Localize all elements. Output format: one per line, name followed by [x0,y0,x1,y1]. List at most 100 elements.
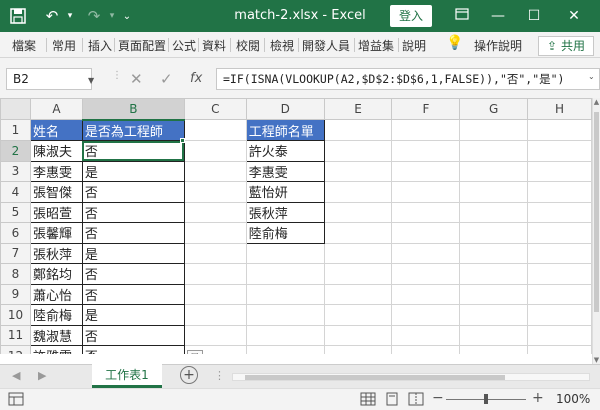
cancel-icon[interactable]: ✕ [130,70,143,88]
cell-result[interactable]: 否 [81,201,185,223]
lightbulb-icon[interactable]: 💡 [446,35,463,51]
cell[interactable] [391,263,461,285]
tab-file[interactable]: 檔案 [12,37,36,54]
cell-result[interactable]: 是 [81,160,185,182]
cell[interactable] [323,181,393,203]
cell[interactable] [391,345,461,354]
zoom-in-icon[interactable]: + [532,390,544,406]
cell[interactable] [527,201,592,223]
cell-engineer[interactable]: 陸俞梅 [245,222,325,244]
row-header[interactable]: 12 [0,345,31,354]
maximize-icon[interactable]: ☐ [520,4,548,28]
share-button[interactable]: ⇪ 共用 [538,36,594,56]
cell-b1[interactable]: 是否為工程師 [81,119,185,141]
cell[interactable] [391,242,461,264]
cell[interactable] [183,140,247,162]
row-header[interactable]: 3 [0,160,31,182]
tab-insert[interactable]: 插入 [88,37,112,54]
redo-icon[interactable]: ↷ [84,6,104,26]
name-box[interactable]: B2 [6,68,92,90]
cell-result[interactable]: 否 [81,222,185,244]
enter-icon[interactable]: ✓ [160,70,173,88]
cell[interactable] [391,222,461,244]
cell-d1[interactable]: 工程師名單 [245,119,325,141]
cell[interactable] [459,242,529,264]
cell[interactable] [391,283,461,305]
fill-handle[interactable] [180,138,185,143]
column-header-c[interactable]: C [183,98,247,120]
cell-result[interactable]: 否 [81,324,185,346]
customize-qat-icon[interactable]: ⌄ [120,6,134,26]
macro-record-icon[interactable] [8,392,24,406]
tab-formulas[interactable]: 公式 [172,37,196,54]
cell[interactable] [459,304,529,326]
column-header-d[interactable]: D [245,98,325,120]
cell-result[interactable]: 否 [81,181,185,203]
column-header-g[interactable]: G [459,98,529,120]
row-header[interactable]: 11 [0,324,31,346]
minimize-icon[interactable]: — [484,4,512,28]
next-sheet-icon[interactable]: ▶ [38,369,46,382]
cell[interactable] [323,140,393,162]
cell[interactable] [183,160,247,182]
cell[interactable] [323,304,393,326]
tab-review[interactable]: 校閱 [236,37,260,54]
cell-name[interactable]: 陳淑夫 [29,140,83,162]
tab-developer[interactable]: 開發人員 [302,37,350,54]
cell-result[interactable]: 否 [81,263,185,285]
cell-name[interactable]: 鄭銘均 [29,263,83,285]
cell[interactable] [323,324,393,346]
tab-addins[interactable]: 增益集 [358,37,394,54]
cell[interactable] [245,304,325,326]
cell-engineer[interactable]: 李惠雯 [245,160,325,182]
worksheet-grid[interactable]: A B C D E F G H 1 姓名 是否為工程師 工程師名單 2 陳淑夫 … [0,98,592,354]
tab-home[interactable]: 常用 [52,37,76,54]
cell[interactable] [245,345,325,354]
column-header-f[interactable]: F [391,98,461,120]
cell[interactable] [391,201,461,223]
row-header[interactable]: 1 [0,119,31,141]
cell[interactable] [323,345,393,354]
row-header[interactable]: 2 [0,140,31,162]
cell[interactable] [459,222,529,244]
zoom-level[interactable]: 100% [556,392,590,406]
column-header-e[interactable]: E [323,98,393,120]
cell[interactable] [459,263,529,285]
row-header[interactable]: 6 [0,222,31,244]
cell[interactable] [183,283,247,305]
cell-name[interactable]: 許雅雯 [29,345,83,354]
cell[interactable] [459,140,529,162]
cell-engineer[interactable]: 藍怡妍 [245,181,325,203]
zoom-slider-thumb[interactable] [484,394,488,404]
close-icon[interactable]: ✕ [560,4,588,28]
cell[interactable] [527,119,592,141]
redo-dropdown-icon[interactable]: ▾ [106,6,118,26]
cell[interactable] [527,160,592,182]
zoom-out-icon[interactable]: − [432,390,444,406]
cell[interactable] [183,119,247,141]
cell-result[interactable]: 是 [81,304,185,326]
tell-me-label[interactable]: 操作說明 [474,37,522,54]
cell-name[interactable]: 陸俞梅 [29,304,83,326]
cell[interactable] [183,242,247,264]
cell[interactable] [391,140,461,162]
cell-name[interactable]: 張秋萍 [29,242,83,264]
login-button[interactable]: 登入 [390,5,432,27]
formula-bar-grip-icon[interactable]: ⋮ [112,70,122,88]
cell[interactable] [459,201,529,223]
cell-name[interactable]: 李惠雯 [29,160,83,182]
cell[interactable] [183,324,247,346]
cell[interactable] [527,304,592,326]
name-box-dropdown-icon[interactable]: ▼ [88,76,94,85]
cell-engineer[interactable]: 許火泰 [245,140,325,162]
cell-name[interactable]: 魏淑慧 [29,324,83,346]
cell[interactable] [391,324,461,346]
cell[interactable] [323,263,393,285]
cell[interactable] [459,283,529,305]
row-header[interactable]: 5 [0,201,31,223]
cell[interactable] [527,242,592,264]
cell[interactable] [459,324,529,346]
cell[interactable] [391,181,461,203]
row-header[interactable]: 9 [0,283,31,305]
cell[interactable] [527,283,592,305]
